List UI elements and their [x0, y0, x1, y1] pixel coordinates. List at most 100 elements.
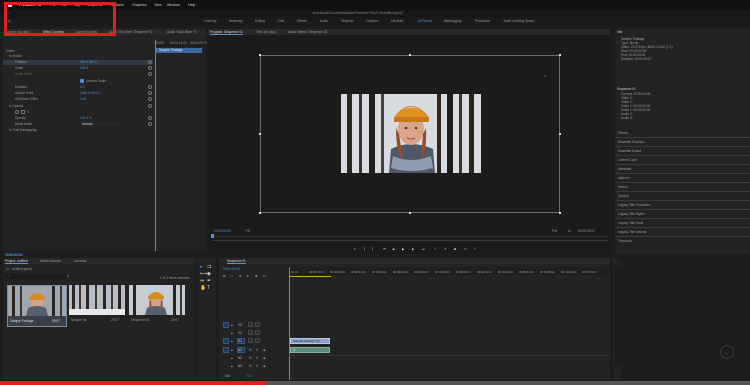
monitor-playhead[interactable]: [211, 234, 214, 238]
go-to-out-icon[interactable]: ⏭: [422, 247, 425, 251]
timeline-timecode[interactable]: 00:00:00:00: [223, 267, 240, 271]
scale-value[interactable]: 100.0: [80, 66, 88, 70]
lock-icon[interactable]: 🔒︎: [231, 339, 233, 343]
workspace-justin[interactable]: Justin's Editing Space: [503, 19, 534, 23]
reset-icon[interactable]: [148, 72, 152, 76]
project-item[interactable]: Sample 08 29:07: [69, 285, 125, 327]
timeline-playhead[interactable]: [289, 267, 290, 380]
eye-icon[interactable]: [255, 338, 260, 343]
transform-handle[interactable]: [559, 212, 561, 214]
menu-graphics[interactable]: Graphics: [132, 3, 146, 7]
reset-icon[interactable]: [148, 66, 152, 70]
anti-flicker-value[interactable]: 0.00: [80, 97, 86, 101]
reset-icon[interactable]: [148, 122, 152, 126]
project-item-selected[interactable]: Sample Footage 29:07: [7, 285, 67, 327]
lock-icon[interactable]: 🔒︎: [231, 323, 233, 327]
eye-icon[interactable]: [255, 330, 260, 335]
panel-header-effects[interactable]: Effects: [618, 131, 628, 135]
menu-window[interactable]: Window: [167, 3, 180, 7]
mask-pen-icon[interactable]: ✎: [27, 110, 30, 114]
nest-toggle-icon[interactable]: ⊞: [223, 274, 226, 278]
track-select-tool-icon[interactable]: ⇉: [207, 265, 211, 270]
audio-clip[interactable]: fx: [290, 347, 330, 353]
menu-view[interactable]: View: [154, 3, 162, 7]
workspace-effects[interactable]: Effects: [297, 19, 307, 23]
step-back-icon[interactable]: ◀: [392, 247, 394, 251]
selection-tool-icon[interactable]: ▸: [200, 265, 203, 270]
play-icon[interactable]: ▶: [402, 247, 404, 251]
source-patch[interactable]: [223, 347, 229, 353]
clip-bar[interactable]: Sample Footage: [155, 48, 202, 53]
track-label[interactable]: V3: [238, 323, 242, 327]
uniform-scale-checkbox[interactable]: [80, 79, 84, 83]
track-label[interactable]: V1: [238, 339, 242, 343]
lock-icon[interactable]: 🔒︎: [231, 348, 233, 352]
workspace-learning[interactable]: Learning: [204, 19, 216, 23]
mark-in-icon[interactable]: {: [364, 247, 365, 251]
tab-program[interactable]: Program: Sequence 01: [210, 30, 243, 35]
export-frame-icon[interactable]: ◙: [454, 247, 456, 251]
rotation-value[interactable]: 0.0: [80, 85, 84, 89]
slip-tool-icon[interactable]: ⇹: [200, 279, 204, 284]
panel-header-speech[interactable]: Speech: [618, 194, 629, 198]
transform-handle[interactable]: [559, 54, 561, 56]
video-progress-track[interactable]: [0, 381, 750, 385]
opacity-section-label[interactable]: fx Opacity: [9, 104, 23, 108]
workspace-libraries[interactable]: Libraries: [391, 19, 403, 23]
add-marker-icon[interactable]: ▾: [247, 274, 249, 278]
transform-handle[interactable]: [259, 54, 261, 56]
eye-icon[interactable]: [255, 322, 260, 327]
panel-header-essential-sound[interactable]: Essential Sound: [618, 149, 641, 153]
opacity-value[interactable]: 100.0 %: [80, 116, 92, 120]
position-value[interactable]: 960.0 540.0: [80, 60, 97, 64]
panel-header-legacy-title-styles[interactable]: Legacy Title Styles: [618, 212, 645, 216]
reset-icon[interactable]: [148, 91, 152, 95]
source-patch[interactable]: [223, 338, 229, 344]
linked-selection-icon[interactable]: ∞: [239, 274, 241, 278]
reset-icon[interactable]: [148, 104, 152, 108]
transform-handle[interactable]: [409, 212, 411, 214]
add-marker-icon[interactable]: ▾: [354, 247, 356, 251]
tab-sequence[interactable]: Sequence 01: [227, 259, 246, 264]
workspace-color[interactable]: Color: [277, 19, 285, 23]
mute-button[interactable]: M: [249, 348, 252, 352]
solo-button[interactable]: S: [256, 356, 258, 360]
video-clip[interactable]: Sample Footage [V]: [290, 338, 330, 344]
monitor-zoom-bar[interactable]: [212, 240, 608, 241]
motion-label[interactable]: fx Motion: [9, 54, 22, 58]
workspace-audio[interactable]: Audio: [320, 19, 328, 23]
panel-header-legacy-title-tools[interactable]: Legacy Title Tools: [618, 221, 643, 225]
panel-header-history[interactable]: History: [618, 185, 628, 189]
program-timecode[interactable]: 00:00:00:00: [214, 229, 231, 233]
tab-media-browser[interactable]: Media Browser: [40, 259, 61, 263]
timeline-ruler[interactable]: 00:00 00:00:04:23 00:00:09:23 00:00:14:2…: [289, 267, 607, 275]
track-label[interactable]: V2: [238, 331, 242, 335]
compare-icon[interactable]: ▭: [464, 247, 467, 251]
lock-icon[interactable]: 🔒︎: [231, 356, 233, 360]
project-item[interactable]: Sequence 01 29:07: [129, 285, 185, 327]
workspace-production[interactable]: Production: [475, 19, 490, 23]
tab-audio-meters[interactable]: Audio Meters: Sequence 01: [288, 30, 327, 34]
lock-icon[interactable]: 🔒︎: [231, 364, 233, 368]
track-label[interactable]: A1: [238, 348, 242, 352]
type-tool-icon[interactable]: T: [207, 286, 210, 291]
workspace-captions[interactable]: Captions: [366, 19, 379, 23]
anchor-point-value[interactable]: 1080.0 1920.0: [80, 91, 100, 95]
tab-libraries[interactable]: Libraries: [74, 259, 86, 263]
mute-button[interactable]: M: [249, 364, 252, 368]
source-patch[interactable]: [223, 322, 229, 328]
panel-header-metadata[interactable]: Metadata: [618, 167, 631, 171]
time-remapping-label[interactable]: fx Time Remapping: [9, 128, 36, 132]
workspace-all-panels[interactable]: All Panels: [418, 19, 432, 23]
timeline-settings-icon[interactable]: ⚙: [255, 274, 258, 278]
hand-tool-icon[interactable]: ✋: [200, 286, 206, 291]
mask-rectangle-icon[interactable]: [21, 110, 25, 114]
panel-header-legacy-title-properties[interactable]: Legacy Title Properties: [618, 203, 650, 207]
mic-icon[interactable]: ◉: [263, 364, 266, 368]
add-icon[interactable]: +: [474, 247, 476, 251]
pen-tool-icon[interactable]: ✒: [207, 279, 211, 284]
zoom-level[interactable]: Fit: [246, 229, 250, 233]
transform-handle[interactable]: [259, 133, 261, 135]
sync-lock-icon[interactable]: [248, 338, 253, 343]
captions-icon[interactable]: ▭: [263, 274, 266, 278]
